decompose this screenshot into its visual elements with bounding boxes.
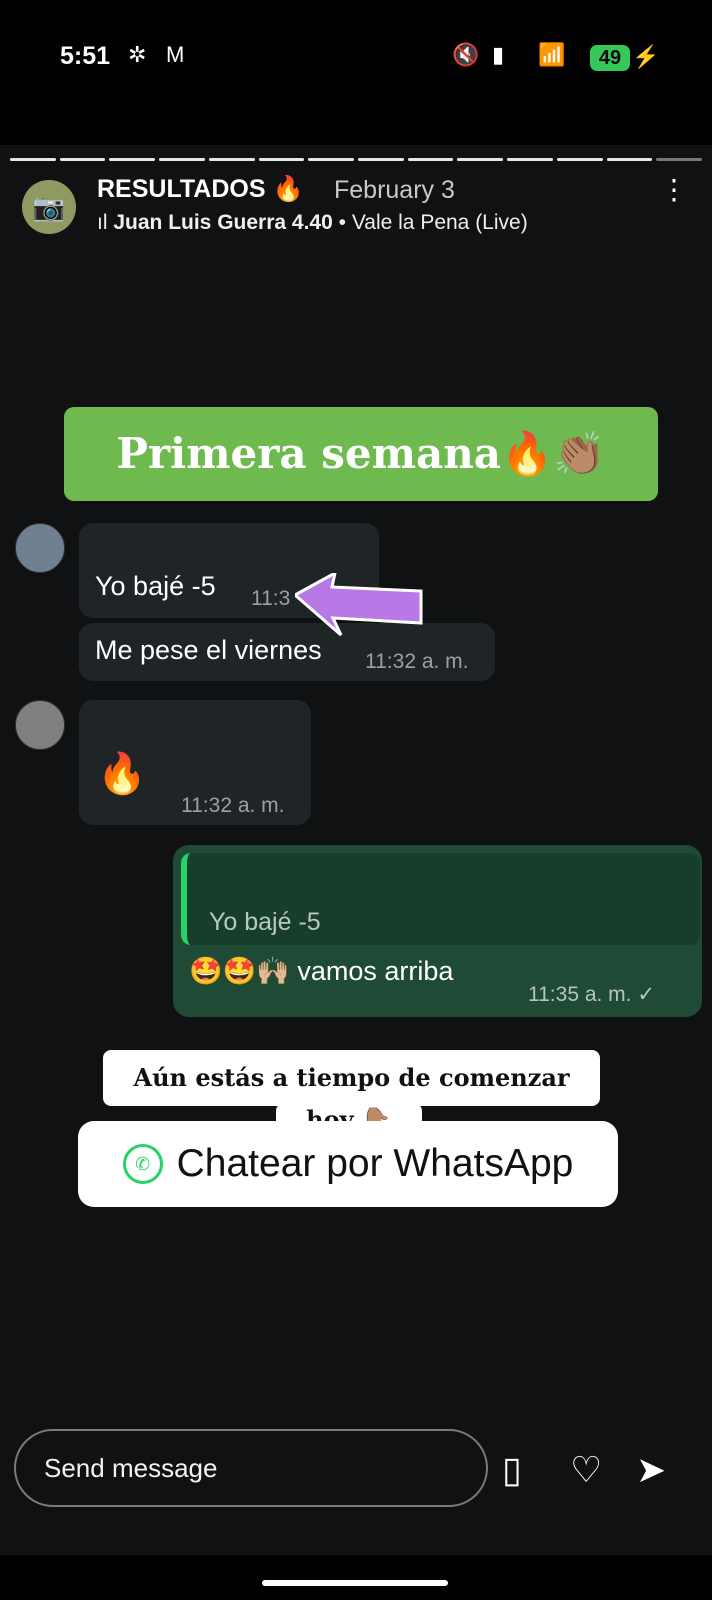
device-icon[interactable]: ▯: [502, 1449, 522, 1491]
clock: 5:51: [60, 42, 111, 70]
more-options-icon[interactable]: ⋮: [660, 176, 688, 204]
progress-segment: [606, 158, 653, 161]
message-time: 11:32 a. m.: [181, 794, 285, 817]
message-time: 11:3: [251, 587, 291, 610]
whatsapp-button-label: Chatear por WhatsApp: [176, 1142, 574, 1185]
music-song: Vale la Pena (Live): [351, 211, 528, 234]
story-reply-bar: ▯ ♡ ➤: [0, 1415, 712, 1600]
progress-segment: [10, 158, 56, 161]
music-artist: Juan Luis Guerra 4.40: [113, 211, 333, 234]
progress-segment: [656, 158, 703, 161]
reply-bubble: Yo bajé -5 🤩🤩🙌🏼 vamos arriba 11:35 a. m.…: [173, 845, 702, 1017]
progress-segment: [208, 158, 255, 161]
message-text: Me pese el viernes: [95, 635, 322, 665]
message-text: Yo bajé -5: [95, 571, 216, 601]
send-message-input[interactable]: [14, 1429, 488, 1507]
home-indicator: [262, 1580, 448, 1586]
reply-text: 🤩🤩🙌🏼 vamos arriba: [189, 956, 454, 986]
progress-segment: [308, 158, 355, 161]
reply-time: 11:35 a. m. ✓: [528, 983, 655, 1006]
gmail-icon: M: [166, 42, 185, 67]
message-text: 🔥: [97, 752, 147, 796]
chat-avatar: [15, 523, 65, 573]
progress-segment: [258, 158, 305, 161]
progress-segment: [358, 158, 404, 161]
music-separator: •: [338, 211, 346, 234]
slack-icon: ✲: [128, 42, 147, 67]
wifi-icon: 📶: [538, 42, 566, 67]
story-date: February 3: [334, 176, 455, 204]
chat-avatar: [15, 700, 65, 750]
cta-caption: Aún estás a tiempo de comenzar: [103, 1050, 600, 1106]
music-bars-icon: ıl: [97, 211, 114, 234]
whatsapp-icon: ✆: [122, 1144, 163, 1184]
message-time: 11:32 a. m.: [365, 650, 469, 673]
message-bubble: 🔥 11:32 a. m.: [79, 700, 311, 825]
heart-icon[interactable]: ♡: [570, 1449, 602, 1491]
progress-segment: [159, 158, 205, 161]
progress-segment: [407, 158, 454, 161]
quoted-text: Yo bajé -5: [209, 908, 321, 936]
progress-segment: [507, 158, 553, 161]
story-progress: [10, 158, 703, 161]
mute-icon: 🔇: [452, 42, 480, 67]
progress-segment: [556, 158, 603, 161]
story-viewer[interactable]: 📷 RESULTADOS 🔥 February 3 ıl Juan Luis G…: [0, 145, 712, 1555]
progress-segment: [59, 158, 106, 161]
status-bar: 5:51 ✲ M 🔇 ▮ 📶 49 ⚡: [0, 0, 712, 120]
battery-icon: 49: [590, 45, 630, 71]
account-name[interactable]: RESULTADOS 🔥: [97, 175, 304, 204]
music-label[interactable]: ıl Juan Luis Guerra 4.40 • Vale la Pena …: [97, 211, 528, 235]
headline-sticker: Primera semana🔥👏🏽: [64, 407, 658, 501]
whatsapp-link-button[interactable]: ✆ Chatear por WhatsApp: [78, 1121, 618, 1207]
progress-segment: [457, 158, 504, 161]
arrow-icon: [295, 573, 423, 637]
send-icon[interactable]: ➤: [636, 1449, 666, 1491]
signal-icon: ▮: [492, 42, 505, 67]
progress-segment: [109, 158, 156, 161]
quoted-message: Yo bajé -5: [181, 853, 700, 945]
charging-icon: ⚡: [632, 44, 660, 69]
profile-avatar[interactable]: 📷: [22, 180, 76, 234]
